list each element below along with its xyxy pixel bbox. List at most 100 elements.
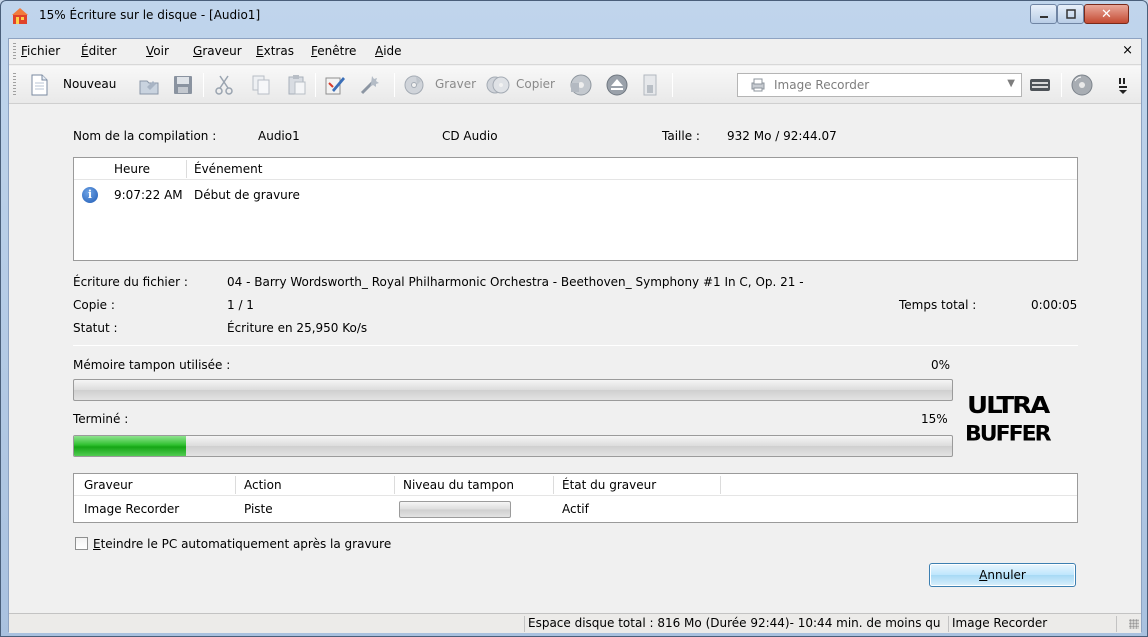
toolbar-separator — [203, 73, 204, 97]
status-value: Écriture en 25,950 Ko/s — [227, 321, 368, 335]
file-label: Écriture du fichier : — [73, 275, 188, 289]
buffer-progress-bar — [73, 379, 953, 401]
disc-icon[interactable] — [1070, 73, 1094, 97]
total-time-label: Temps total : — [899, 298, 977, 312]
buffer-percent: 0% — [931, 358, 951, 372]
maximize-button[interactable] — [1057, 4, 1084, 24]
menu-voir[interactable]: Voir — [146, 44, 169, 58]
eject-icon[interactable] — [605, 73, 629, 97]
menu-fichier[interactable]: Fichier — [21, 44, 60, 58]
maximize-icon — [1065, 9, 1076, 19]
toolbar-separator — [315, 73, 316, 97]
event-log-list[interactable]: Heure Événement i 9:07:22 AM Début de gr… — [73, 157, 1078, 261]
menu-fenetre[interactable]: Fenêtre — [311, 44, 356, 58]
new-button-label[interactable]: Nouveau — [63, 77, 116, 91]
burner-status-table[interactable]: Graveur Action Niveau du tampon État du … — [73, 473, 1078, 523]
menu-editer[interactable]: Éditer — [81, 44, 117, 58]
wizard-icon[interactable] — [358, 73, 382, 97]
copy-icon[interactable] — [249, 73, 273, 97]
burn-icon[interactable] — [402, 73, 426, 97]
done-progress-fill — [74, 436, 187, 456]
cancel-button[interactable]: Annuler — [929, 563, 1076, 587]
svg-text:ULTRA: ULTRA — [967, 393, 1051, 418]
toolbar: Nouveau Graver Copier Image Recorder ▼ — [9, 66, 1141, 104]
status-recorder: Image Recorder — [948, 616, 1116, 632]
burner-buffer-bar — [399, 501, 511, 518]
burner-table-header: Graveur Action Niveau du tampon État du … — [74, 474, 1077, 496]
menu-aide[interactable]: Aide — [375, 44, 402, 58]
recorder-select[interactable]: Image Recorder ▼ — [737, 73, 1022, 97]
column-header-burner-state[interactable]: État du graveur — [562, 478, 656, 492]
new-document-icon[interactable] — [27, 73, 51, 97]
compilation-name-label: Nom de la compilation : — [73, 129, 217, 143]
column-header-event[interactable]: Événement — [194, 162, 262, 176]
column-header-burner[interactable]: Graveur — [84, 478, 133, 492]
minimize-button[interactable] — [1030, 4, 1057, 24]
title-bar[interactable]: 15% Écriture sur le disque - [Audio1] ✕ — [1, 1, 1147, 31]
info-icon: i — [82, 187, 98, 203]
recorder-select-value: Image Recorder — [774, 78, 870, 92]
menu-extras[interactable]: Extras — [256, 44, 294, 58]
chevron-down-icon: ▼ — [1007, 78, 1015, 89]
printer-recorder-icon — [751, 78, 765, 92]
size-value: 932 Mo / 92:44.07 — [727, 129, 837, 143]
event-time: 9:07:22 AM — [114, 188, 183, 202]
window-title: 15% Écriture sur le disque - [Audio1] — [39, 8, 261, 22]
disc-info-icon[interactable] — [569, 73, 593, 97]
column-header-action[interactable]: Action — [244, 478, 282, 492]
done-label: Terminé : — [73, 412, 129, 426]
recorder-icon[interactable] — [639, 73, 663, 97]
burner-state: Actif — [562, 502, 589, 516]
column-separator[interactable] — [553, 476, 554, 494]
burner-name: Image Recorder — [84, 502, 180, 516]
column-header-time[interactable]: Heure — [114, 162, 150, 176]
toolbar-grip[interactable] — [13, 73, 16, 97]
close-button[interactable]: ✕ — [1084, 4, 1129, 24]
svg-text:BUFFER: BUFFER — [965, 422, 1052, 443]
divider — [73, 345, 1078, 346]
status-label: Statut : — [73, 321, 118, 335]
nero-app-icon[interactable] — [11, 7, 29, 25]
compilation-name-value: Audio1 — [258, 129, 300, 143]
copy-disc-icon[interactable] — [486, 73, 510, 97]
copy-label: Copie : — [73, 298, 115, 312]
close-icon: ✕ — [1101, 6, 1112, 22]
column-separator[interactable] — [720, 476, 721, 494]
toolbar-overflow-icon[interactable] — [1113, 73, 1137, 97]
cut-icon[interactable] — [212, 73, 236, 97]
resize-grip[interactable] — [1129, 619, 1139, 629]
event-text: Début de gravure — [194, 188, 300, 202]
menu-grip[interactable] — [13, 43, 16, 61]
status-bar: Espace disque total : 816 Mo (Durée 92:4… — [9, 613, 1141, 633]
status-disk-space: Espace disque total : 816 Mo (Durée 92:4… — [524, 616, 948, 632]
mdi-close-icon[interactable]: × — [1122, 43, 1133, 58]
save-icon[interactable] — [171, 73, 195, 97]
client-area: Fichier Éditer Voir Graveur Extras Fenêt… — [8, 38, 1142, 633]
buffer-label: Mémoire tampon utilisée : — [73, 358, 231, 372]
size-label: Taille : — [662, 129, 700, 143]
menu-bar: Fichier Éditer Voir Graveur Extras Fenêt… — [9, 39, 1141, 65]
main-window: 15% Écriture sur le disque - [Audio1] ✕ … — [0, 0, 1148, 637]
done-percent: 15% — [921, 412, 948, 426]
compilation-type: CD Audio — [442, 129, 498, 143]
copy-button-label[interactable]: Copier — [516, 77, 555, 91]
shutdown-checkbox[interactable] — [75, 537, 88, 550]
column-separator[interactable] — [186, 160, 187, 178]
open-icon[interactable] — [137, 73, 161, 97]
shutdown-checkbox-label[interactable]: Eteindre le PC automatiquement après la … — [93, 537, 391, 551]
paste-icon[interactable] — [285, 73, 309, 97]
menu-graveur[interactable]: Graveur — [193, 44, 242, 58]
minimize-icon — [1039, 16, 1048, 18]
toolbar-separator — [394, 73, 395, 97]
drive-icon[interactable] — [1028, 73, 1052, 97]
column-separator[interactable] — [235, 476, 236, 494]
column-separator[interactable] — [394, 476, 395, 494]
edit-icon[interactable] — [323, 73, 347, 97]
burner-action: Piste — [244, 502, 273, 516]
burn-progress-panel: Nom de la compilation : Audio1 CD Audio … — [9, 105, 1141, 613]
burn-button-label[interactable]: Graver — [435, 77, 476, 91]
column-header-buffer-level[interactable]: Niveau du tampon — [403, 478, 514, 492]
total-time-value: 0:00:05 — [1031, 298, 1078, 312]
toolbar-separator — [672, 73, 673, 97]
done-progress-bar — [73, 435, 953, 457]
